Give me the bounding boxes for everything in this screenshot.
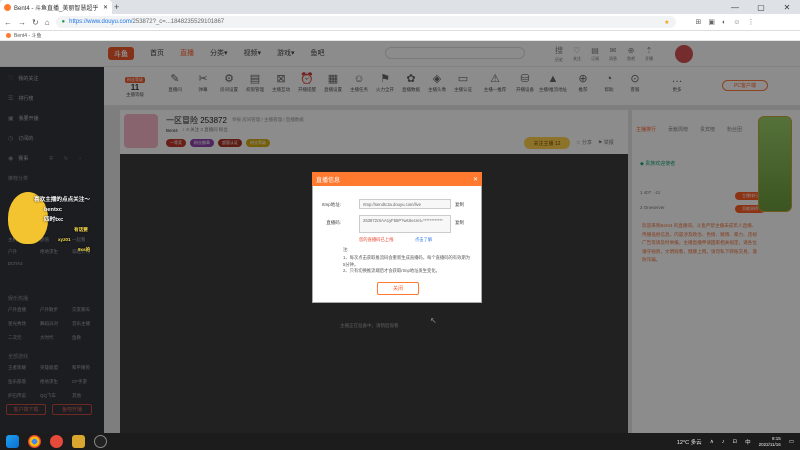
overlay-message: 喜欢主播的点点关注～ bentxc 四时txc 有话要 xyz01 9xs的 [34, 195, 90, 255]
overlay-line: xyz01 [58, 237, 71, 242]
extension-icon[interactable]: ▣ [708, 18, 715, 26]
network-icon[interactable]: ⊡ [732, 439, 737, 445]
note-line-1: 1、每次点击获取推流码会重新生成直播码，每个直播码的有效期为5分钟。 [343, 255, 470, 267]
overlay-line: bentxc [44, 207, 63, 213]
home-icon[interactable]: ⌂ [45, 18, 50, 27]
extension-icon[interactable]: ◐ [722, 19, 726, 26]
obs-icon[interactable] [94, 435, 107, 448]
reload-icon[interactable]: ↻ [32, 18, 39, 27]
url-path: 253872?_c=...1848235529101867 [132, 19, 225, 25]
bookmark-item[interactable]: Bent4 - 斗鱼 [14, 32, 42, 39]
system-tray: 12°C 多云 ∧ ♪ ⊡ 中 9:15 2022/11/16 ▭ [677, 433, 794, 450]
note-title: 注: [343, 247, 349, 252]
back-icon[interactable]: ← [4, 18, 12, 27]
status-link[interactable]: 您的直播码已上线 [359, 237, 393, 244]
url-bar[interactable]: ● https://www.douyu.com/253872?_c=...184… [55, 16, 676, 28]
minimize-button[interactable]: — [722, 3, 748, 12]
address-toolbar: ← → ↻ ⌂ ● https://www.douyu.com/253872?_… [0, 14, 800, 31]
taskbar-clock[interactable]: 9:15 2022/11/16 [759, 436, 781, 448]
chrome-icon[interactable] [28, 435, 41, 448]
overlay-line: 9xs的 [78, 247, 91, 252]
file-icon[interactable] [72, 435, 85, 448]
tab-title: Bent4 - 斗鱼直播_美丽智慧超乎 [14, 5, 99, 12]
secure-lock-icon: ● [61, 19, 66, 25]
douyu-favicon-icon [4, 3, 11, 11]
browser-tab[interactable]: Bent4 - 斗鱼直播_美丽智慧超乎 ✕ [0, 0, 112, 14]
tray-expand-icon[interactable]: ∧ [710, 439, 714, 445]
profile-icon[interactable]: ☺ [733, 19, 740, 26]
speaker-icon[interactable]: ♪ [722, 439, 725, 445]
bookmark-favicon-icon [6, 33, 11, 38]
bookmarks-bar: Bent4 - 斗鱼 [0, 31, 800, 41]
overlay-line: 喜欢主播的点点关注～ [34, 197, 90, 203]
rtmp-field[interactable]: rtmp://sendtc3a.douyu.com/live [359, 199, 451, 209]
maximize-button[interactable]: ▢ [748, 3, 774, 12]
close-window-button[interactable]: ✕ [774, 3, 800, 12]
learn-more-link[interactable]: 点击了解 [415, 237, 432, 244]
copy-key-button[interactable]: 复制 [455, 220, 464, 226]
douyu-app-icon[interactable] [50, 435, 63, 448]
new-tab-button[interactable]: + [114, 2, 119, 12]
overlay-line: 四时txc [44, 217, 64, 223]
extension-icons: ⊞ ▣ ◐ ☺ ⋮ [696, 18, 755, 27]
rtmp-label: rtmp地址: [321, 202, 341, 207]
close-tab-icon[interactable]: ✕ [103, 4, 108, 11]
close-icon[interactable]: ✕ [473, 176, 478, 183]
ime-indicator[interactable]: 中 [745, 438, 751, 446]
url-domain: https://www.douyu.com/ [69, 19, 133, 25]
browser-tab-bar: Bent4 - 斗鱼直播_美丽智慧超乎 ✕ + — ▢ ✕ [0, 0, 800, 14]
menu-icon[interactable]: ⋮ [747, 18, 754, 26]
notification-icon[interactable]: ▭ [789, 439, 794, 445]
key-label: 直播码: [326, 220, 341, 225]
window-controls: — ▢ ✕ [722, 0, 800, 14]
windows-start-icon[interactable] [6, 435, 19, 448]
extension-icon[interactable]: ⊞ [696, 18, 702, 26]
dialog-close-button[interactable]: 关闭 [377, 282, 419, 295]
dialog-header: 直播信息 ✕ [312, 172, 482, 186]
clock-date: 2022/11/16 [758, 441, 781, 447]
overlay-line: 有话要 [74, 227, 88, 232]
copy-rtmp-button[interactable]: 复制 [455, 202, 464, 208]
forward-icon[interactable]: → [18, 18, 26, 27]
weather-text[interactable]: 12°C 多云 [677, 438, 702, 446]
note-line-2: 2、只有切换推流端后才会获取rtmp地址发生变化。 [343, 268, 440, 273]
key-field[interactable]: 253872rSAA1yF55P?wsSecret=************ [359, 215, 451, 233]
taskbar-icons [6, 435, 107, 448]
star-bookmark-icon[interactable]: ★ [664, 19, 669, 26]
dialog-title: 直播信息 [316, 177, 341, 184]
